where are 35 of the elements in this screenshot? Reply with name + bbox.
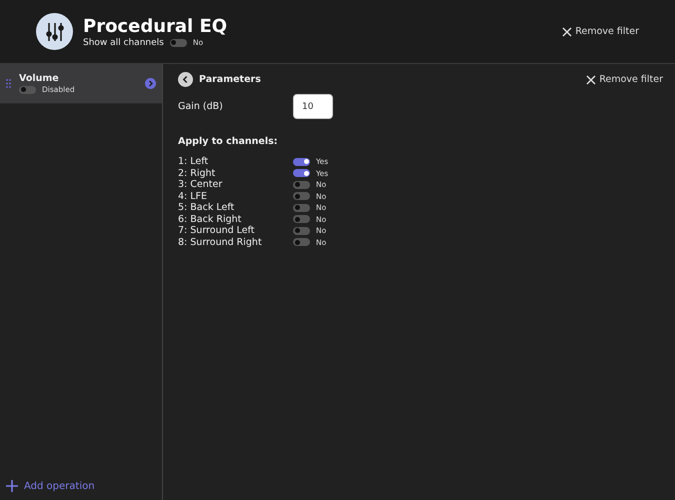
close-icon[interactable]: [586, 74, 596, 84]
toggle-switch[interactable]: [293, 180, 310, 189]
toggle-switch[interactable]: [170, 38, 187, 46]
plus-icon[interactable]: [6, 480, 18, 492]
toggle-switch[interactable]: [293, 204, 310, 212]
toggle-label: Show all channels: [83, 38, 164, 48]
toggle-switch[interactable]: [293, 215, 310, 224]
toggle-switch[interactable]: [293, 226, 310, 235]
channel-name: 7: Surround Left: [178, 225, 256, 236]
channel-name: 3: Center: [178, 179, 224, 190]
remove-filter-button[interactable]: Remove filter: [586, 74, 663, 85]
channel-name: 1: Left: [178, 156, 210, 168]
channel-name: 6: Back Right: [178, 214, 242, 225]
close-icon[interactable]: [562, 26, 572, 36]
back-icon[interactable]: [178, 72, 193, 87]
toggle-switch[interactable]: [19, 86, 36, 94]
channel-name: 8: Surround Right: [178, 236, 263, 248]
add-operation-button[interactable]: Add operation: [0, 480, 162, 500]
app-title: Procedural EQ: [83, 16, 228, 36]
channel-name: 5: Back Left: [178, 202, 236, 214]
channel-name: 2: Right: [178, 168, 216, 179]
operation-name: Volume: [19, 73, 60, 84]
toggle-switch[interactable]: [293, 169, 310, 178]
toggle-switch[interactable]: [293, 238, 310, 246]
equalizer-icon: [36, 13, 73, 50]
toggle-switch[interactable]: [293, 192, 310, 200]
gain-field[interactable]: 10: [293, 94, 333, 119]
chevron-right-icon[interactable]: [145, 78, 156, 89]
drag-handle-icon[interactable]: [6, 79, 11, 88]
channel-name: 4: LFE: [178, 190, 208, 202]
section-title: Parameters: [199, 74, 261, 85]
toggle-switch[interactable]: [293, 158, 310, 166]
gain-label: Gain (dB): [178, 101, 224, 112]
channels-heading: Apply to channels:: [178, 136, 279, 147]
remove-filter-button[interactable]: Remove filter: [562, 26, 639, 37]
